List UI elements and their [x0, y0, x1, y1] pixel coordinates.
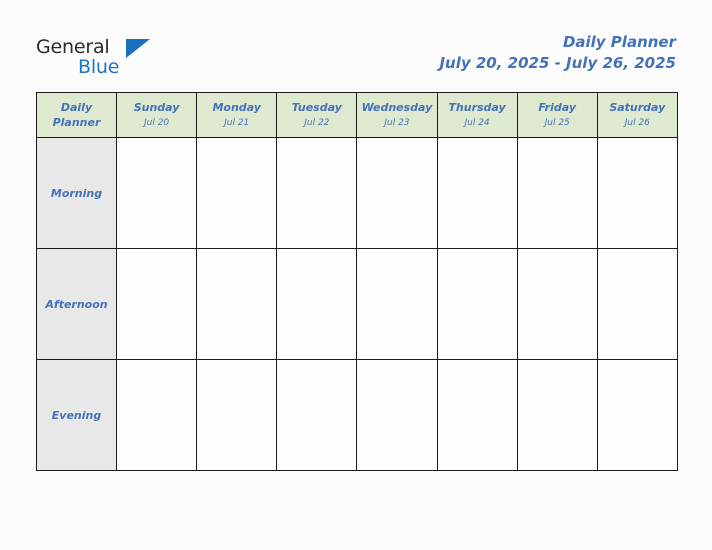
day-name-label: Wednesday: [361, 101, 433, 114]
page-title: Daily Planner: [562, 33, 676, 51]
slot-evening-sunday[interactable]: [115, 359, 198, 471]
date-range: July 20, 2025 - July 26, 2025: [439, 54, 676, 72]
slot-afternoon-saturday[interactable]: [596, 248, 678, 360]
row-label-afternoon: Afternoon: [36, 248, 117, 360]
slot-morning-sunday[interactable]: [115, 137, 198, 249]
slot-morning-friday[interactable]: [516, 137, 598, 249]
slot-afternoon-tuesday[interactable]: [276, 248, 358, 360]
row-label-morning: Morning: [36, 137, 117, 249]
day-date-label: Jul 21: [224, 118, 250, 128]
day-header-thursday[interactable]: Thursday Jul 24: [436, 92, 518, 138]
slot-evening-saturday[interactable]: [596, 359, 678, 471]
planner-page: General Blue Daily Planner July 20, 2025…: [0, 0, 712, 550]
day-header-saturday[interactable]: Saturday Jul 26: [596, 92, 678, 138]
day-header-sunday[interactable]: Sunday Jul 20: [115, 92, 198, 138]
slot-evening-monday[interactable]: [196, 359, 278, 471]
slot-morning-monday[interactable]: [196, 137, 278, 249]
row-label-text: Afternoon: [45, 297, 108, 311]
slot-afternoon-thursday[interactable]: [436, 248, 518, 360]
day-header-tuesday[interactable]: Tuesday Jul 22: [276, 92, 358, 138]
slot-afternoon-friday[interactable]: [516, 248, 598, 360]
planner-row-morning: Morning: [36, 137, 678, 249]
slot-evening-friday[interactable]: [516, 359, 598, 471]
day-header-friday[interactable]: Friday Jul 25: [516, 92, 598, 138]
planner-header-row: Daily Planner Sunday Jul 20 Monday Jul 2…: [36, 92, 678, 138]
slot-evening-wednesday[interactable]: [356, 359, 438, 471]
day-name-label: Sunday: [133, 101, 180, 114]
slot-morning-wednesday[interactable]: [356, 137, 438, 249]
corner-label: Daily Planner: [52, 101, 101, 129]
day-date-label: Jul 20: [143, 118, 170, 128]
triangle-icon: [126, 39, 150, 58]
day-header-wednesday[interactable]: Wednesday Jul 23: [356, 92, 438, 138]
slot-morning-saturday[interactable]: [596, 137, 678, 249]
day-header-monday[interactable]: Monday Jul 21: [196, 92, 278, 138]
row-label-text: Evening: [51, 408, 102, 422]
planner-row-afternoon: Afternoon: [36, 248, 678, 360]
day-date-label: Jul 26: [624, 118, 650, 128]
slot-morning-tuesday[interactable]: [276, 137, 358, 249]
day-date-label: Jul 25: [544, 118, 570, 128]
brand-logo[interactable]: General Blue: [36, 36, 236, 82]
day-name-label: Saturday: [609, 101, 666, 114]
day-name-label: Monday: [212, 101, 261, 114]
page-header: General Blue Daily Planner July 20, 2025…: [0, 0, 712, 92]
day-date-label: Jul 22: [304, 118, 330, 128]
day-date-label: Jul 23: [384, 118, 410, 128]
planner-table: Daily Planner Sunday Jul 20 Monday Jul 2…: [36, 92, 678, 471]
slot-evening-thursday[interactable]: [436, 359, 518, 471]
day-name-label: Thursday: [448, 101, 506, 114]
slot-afternoon-wednesday[interactable]: [356, 248, 438, 360]
day-date-label: Jul 24: [464, 118, 490, 128]
corner-header-cell: Daily Planner: [36, 92, 117, 138]
row-label-text: Morning: [50, 186, 103, 200]
planner-row-evening: Evening: [36, 359, 678, 471]
logo-text-general: General: [36, 36, 110, 58]
slot-afternoon-sunday[interactable]: [115, 248, 198, 360]
slot-evening-tuesday[interactable]: [276, 359, 358, 471]
title-block: Daily Planner July 20, 2025 - July 26, 2…: [439, 32, 676, 74]
row-label-evening: Evening: [36, 359, 117, 471]
day-name-label: Tuesday: [291, 101, 342, 114]
day-name-label: Friday: [538, 101, 576, 114]
slot-morning-thursday[interactable]: [436, 137, 518, 249]
slot-afternoon-monday[interactable]: [196, 248, 278, 360]
logo-text-blue: Blue: [78, 56, 120, 78]
